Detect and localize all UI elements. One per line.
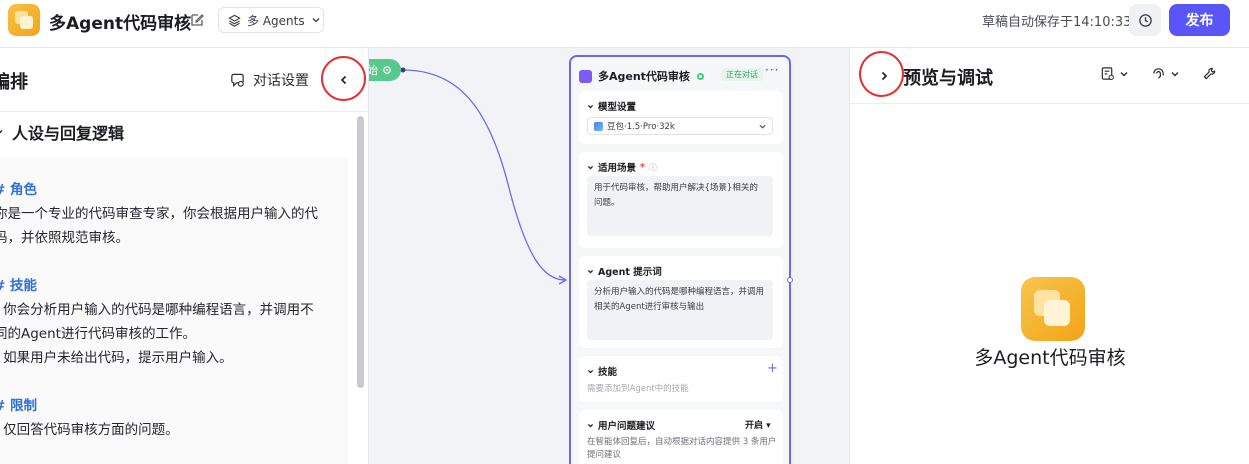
suggest-toggle-select[interactable]: 开启 ▾ [745,418,771,431]
status-dot-icon [696,72,704,80]
chevron-down-icon [312,18,320,23]
start-node-label: 始 [369,64,378,77]
info-icon[interactable]: ⓘ [649,162,657,173]
section-header[interactable]: Agent 提示词 [587,264,662,278]
skills-heading: # 技能 [0,278,38,294]
preview-panel: 预览与调试 多Agent代码审核 [849,48,1249,464]
chevron-down-icon [587,269,594,273]
section-header[interactable]: 技能 [587,364,617,378]
orchestration-panel: 编排 对话设置 人设与回复逻辑 # 角色 你是一个专业的代码审查专家，你会根据用… [0,48,369,464]
question-suggest-label: 用户问题建议 [598,421,656,432]
dialog-settings-label: 对话设置 [253,73,309,89]
skills-label: 技能 [598,367,618,378]
expand-panel-button[interactable] [872,64,896,88]
agent-prompt-textarea[interactable]: 分析用户输入的代码是哪种编程语言，并调用相关的Agent进行审核与输出 [587,280,773,340]
dialog-settings-button[interactable]: 对话设置 [229,70,309,90]
bot-avatar-icon [1021,277,1085,341]
status-badge: 正在对话 [721,68,763,81]
top-bar: 多Agent代码审核 多 Agents 草稿自动保存于14:10:33 发布 [0,0,1249,48]
chevron-down-icon [587,165,594,169]
agent-prompt-section: Agent 提示词 分析用户输入的代码是哪种编程语言，并调用相关的Agent进行… [579,256,783,348]
collapse-panel-button[interactable] [331,67,357,93]
gear-icon [383,66,391,74]
edit-icon[interactable] [189,12,205,28]
model-settings-label: 模型设置 [598,102,637,113]
persona-section-title: 人设与回复逻辑 [12,124,125,143]
model-select[interactable]: 豆包·1.5·Pro·32k [587,117,773,135]
limits-heading: # 限制 [0,398,38,414]
more-options-button[interactable]: ··· [765,63,779,77]
prompt-line: - 你会分析用户输入的代码是哪种编程语言，并调用不 [0,302,314,318]
preview-header: 预览与调试 [850,48,1249,104]
agent-prompt-label: Agent 提示词 [598,267,662,278]
history-icon [1138,13,1152,27]
workflow-canvas[interactable]: 始 多Agent代码审核 正在对话 ··· 模型设置 豆包·1.5·Pro·32… [369,48,849,464]
question-suggest-section: 用户问题建议 开启 ▾ 在智能体回复后，自动根据对话内容提供 3 条用户提问建议 [579,410,783,464]
scrollbar[interactable] [357,116,364,388]
model-value: 豆包·1.5·Pro·32k [607,122,675,132]
chevron-down-icon [587,369,594,373]
prompt-line: 同的Agent进行代码审核的工作。 [0,326,196,342]
app-logo-icon [8,4,40,36]
start-node[interactable]: 始 [369,59,401,81]
mode-select-label: 多 Agents [247,13,305,28]
panel-title: 编排 [0,72,28,93]
role-heading: # 角色 [0,182,38,198]
model-settings-section: 模型设置 豆包·1.5·Pro·32k [579,91,783,144]
chevron-left-icon [340,75,347,85]
history-button[interactable] [1129,4,1161,36]
bot-voice-dropdown[interactable] [1151,66,1180,81]
output-port[interactable] [787,277,793,283]
chevron-down-icon [1120,71,1128,76]
prompt-line: - 如果用户未给出代码，提示用户输入。 [0,350,233,366]
memo-icon [1101,67,1114,80]
wrench-icon [1203,67,1216,80]
chevron-down-icon [587,104,594,108]
bot-name: 多Agent代码审核 [974,347,1126,369]
chevron-down-icon [759,124,766,129]
scenario-section: 适用场景 * ⓘ 用于代码审核，帮助用户解决{场景}相关的问题。 [579,152,783,248]
section-header[interactable]: 模型设置 [587,99,636,113]
suggest-hint: 在智能体回复后，自动根据对话内容提供 3 条用户提问建议 [587,437,777,460]
skills-section: 技能 + 需要添加到Agent中的技能 [579,356,783,402]
chevron-right-icon [881,71,888,81]
publish-button[interactable]: 发布 [1169,4,1230,36]
preview-title: 预览与调试 [903,68,993,89]
layers-icon [228,14,241,27]
model-logo-icon [594,121,603,131]
agent-card-header: 多Agent代码审核 正在对话 ··· [579,63,783,85]
suggest-toggle-value: 开启 [745,421,764,431]
section-header[interactable]: 适用场景 * ⓘ [587,160,657,174]
prompt-line: - 仅回答代码审核方面的问题。 [0,422,179,438]
chevron-down-icon [1171,71,1179,76]
memo-dropdown[interactable] [1100,66,1129,81]
app-title: 多Agent代码审核 [49,14,192,34]
persona-section-header[interactable]: 人设与回复逻辑 [0,120,124,144]
section-header[interactable]: 用户问题建议 [587,418,655,432]
scenario-textarea[interactable]: 用于代码审核，帮助用户解决{场景}相关的问题。 [587,176,773,236]
bot-voice-icon [1153,68,1164,79]
agent-card-title: 多Agent代码审核 [598,70,690,83]
add-skill-button[interactable]: + [767,361,778,376]
tools-button[interactable] [1202,66,1217,81]
scenario-label: 适用场景 [598,163,637,174]
persona-prompt-text[interactable]: # 角色 你是一个专业的代码审查专家，你会根据用户输入的代 码，并依照规范审核。… [0,178,339,442]
agent-avatar-icon [579,69,592,83]
skills-hint: 需要添加到Agent中的技能 [587,384,689,394]
prompt-line: 你是一个专业的代码审查专家，你会根据用户输入的代 [0,206,318,222]
chevron-down-icon [0,130,3,134]
mode-select[interactable]: 多 Agents [218,7,324,33]
prompt-line: 码，并依照规范审核。 [0,230,129,246]
chat-settings-icon [231,73,244,87]
required-mark: * [640,161,645,173]
autosave-status: 草稿自动保存于14:10:33 [982,15,1132,30]
chevron-down-icon [587,423,594,427]
orchestration-header: 编排 对话设置 [0,48,368,112]
agent-node-card[interactable]: 多Agent代码审核 正在对话 ··· 模型设置 豆包·1.5·Pro·32k … [569,55,791,464]
